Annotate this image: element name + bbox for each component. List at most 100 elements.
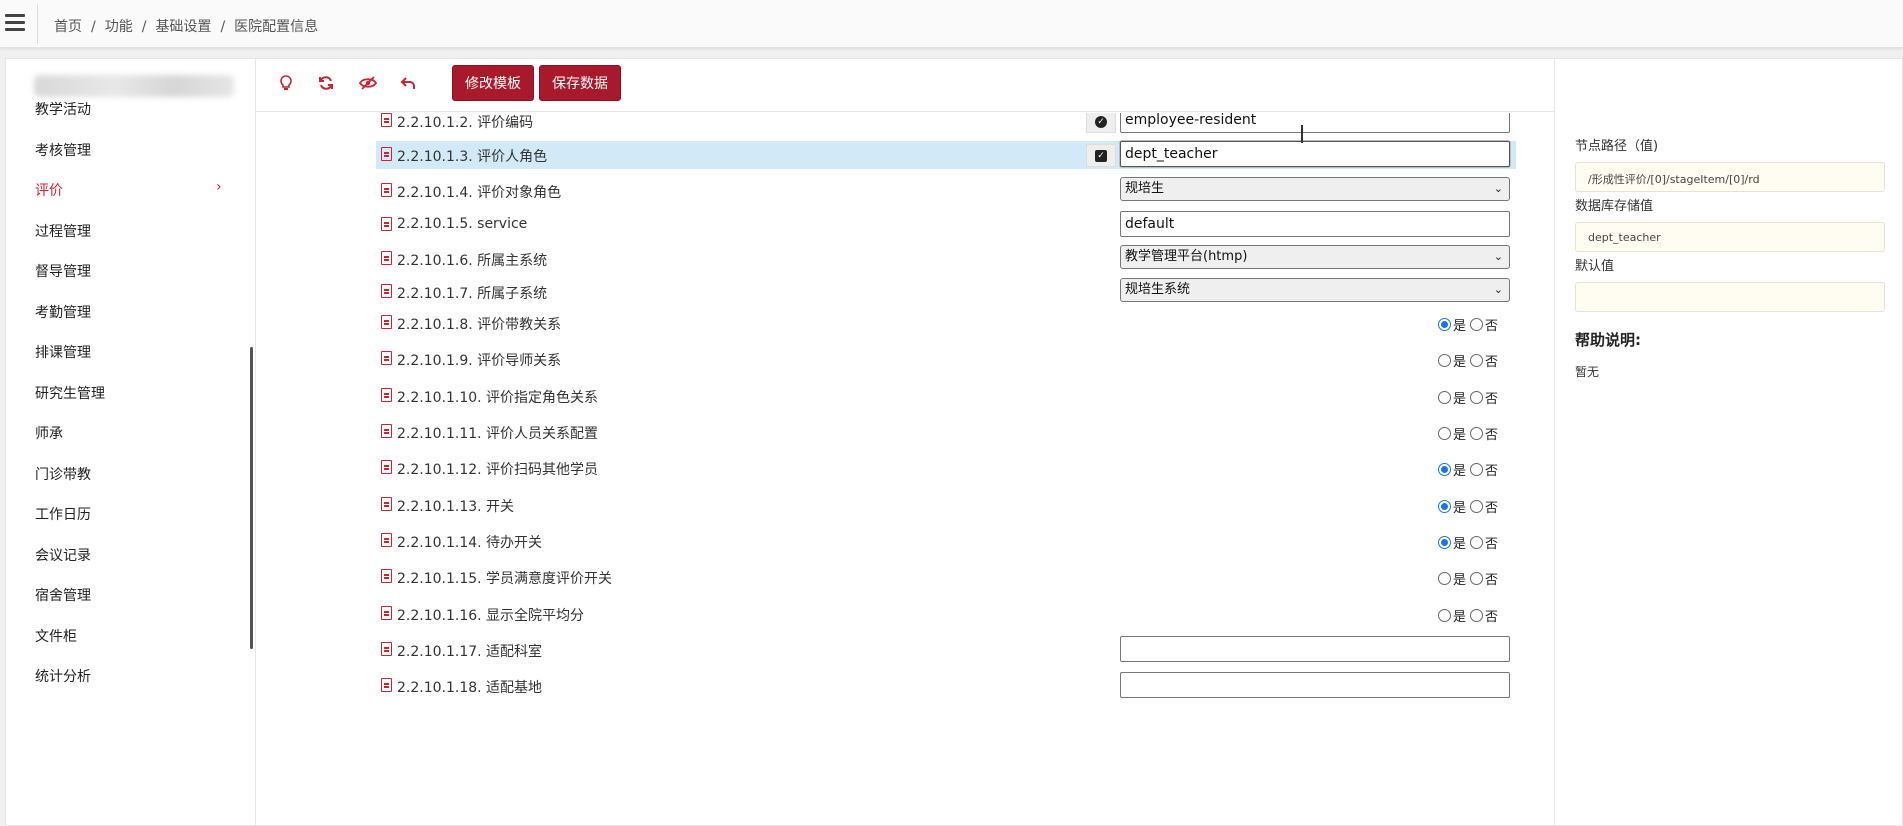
- config-row[interactable]: 2.2.10.1.18. 适配基地: [376, 672, 1516, 700]
- radio-yes[interactable]: [1438, 609, 1451, 622]
- sidebar-item[interactable]: 统计分析: [35, 666, 91, 686]
- edit-template-button[interactable]: 修改模板: [452, 65, 534, 101]
- config-text-input[interactable]: [1120, 672, 1510, 698]
- config-row-label: 2.2.10.1.13. 开关: [397, 499, 515, 515]
- config-row-label: 2.2.10.1.16. 显示全院平均分: [397, 608, 585, 624]
- sidebar-item[interactable]: 研究生管理: [35, 383, 105, 403]
- radio-yes[interactable]: [1438, 318, 1451, 331]
- config-row-label: 2.2.10.1.18. 适配基地: [397, 680, 543, 696]
- document-icon: [381, 113, 392, 127]
- undo-icon[interactable]: [398, 75, 418, 95]
- sidebar-item[interactable]: 文件柜: [35, 626, 77, 646]
- config-row[interactable]: 2.2.10.1.3. 评价人角色 ✓: [376, 141, 1516, 169]
- config-row[interactable]: 2.2.10.1.9. 评价导师关系是否: [376, 345, 1516, 373]
- default-value-field[interactable]: [1575, 282, 1885, 312]
- sidebar-item[interactable]: 督导管理: [35, 261, 91, 281]
- config-select[interactable]: 规培生 ⌄: [1120, 177, 1510, 201]
- breadcrumb-basic-settings[interactable]: 基础设置: [155, 19, 211, 35]
- radio-yes[interactable]: [1438, 391, 1451, 404]
- radio-yes-label: 是: [1453, 355, 1467, 370]
- config-text-input[interactable]: [1120, 141, 1510, 167]
- sidebar-item[interactable]: 工作日历: [35, 504, 91, 524]
- radio-no[interactable]: [1470, 463, 1484, 476]
- config-row[interactable]: 2.2.10.1.10. 评价指定角色关系是否: [376, 382, 1516, 410]
- sidebar-item[interactable]: 过程管理: [35, 221, 91, 241]
- refresh-icon[interactable]: [316, 75, 336, 95]
- config-row[interactable]: 2.2.10.1.11. 评价人员关系配置是否: [376, 418, 1516, 446]
- breadcrumb-function[interactable]: 功能: [105, 19, 133, 35]
- radio-yes-label: 是: [1453, 319, 1467, 334]
- breadcrumb-home[interactable]: 首页: [54, 19, 82, 35]
- radio-no[interactable]: [1470, 318, 1484, 331]
- yes-no-radio-group: 是否: [1438, 533, 1502, 552]
- sidebar-item[interactable]: 排课管理: [35, 342, 91, 362]
- config-select[interactable]: 教学管理平台(htmp) ⌄: [1120, 245, 1510, 269]
- radio-yes[interactable]: [1438, 536, 1451, 549]
- document-icon: [381, 147, 392, 161]
- radio-no[interactable]: [1470, 500, 1484, 513]
- config-row[interactable]: 2.2.10.1.16. 显示全院平均分是否: [376, 600, 1516, 628]
- radio-yes-label: 是: [1453, 464, 1467, 479]
- hide-icon[interactable]: [358, 75, 378, 95]
- check-icon[interactable]: ✓: [1086, 113, 1116, 133]
- document-icon: [381, 251, 392, 265]
- divider: [37, 4, 38, 44]
- config-row[interactable]: 2.2.10.1.14. 待办开关 是否: [376, 527, 1516, 555]
- sidebar-item[interactable]: 宿舍管理: [35, 585, 91, 605]
- config-text-input[interactable]: [1120, 636, 1510, 662]
- config-row[interactable]: 2.2.10.1.4. 评价对象角色 规培生 ⌄: [376, 177, 1516, 205]
- radio-no-label: 否: [1485, 464, 1499, 479]
- radio-no[interactable]: [1470, 427, 1484, 440]
- sidebar-item[interactable]: 门诊带教: [35, 464, 91, 484]
- radio-no[interactable]: [1470, 609, 1484, 622]
- sidebar-item[interactable]: 师承: [35, 423, 63, 443]
- config-text-input[interactable]: [1120, 211, 1510, 237]
- config-row[interactable]: 2.2.10.1.15. 学员满意度评价开关是否: [376, 563, 1516, 591]
- select-value: 规培生: [1125, 181, 1165, 196]
- save-data-button[interactable]: 保存数据: [539, 65, 621, 101]
- config-row-label: 2.2.10.1.14. 待办开关: [397, 535, 543, 551]
- radio-no[interactable]: [1470, 572, 1484, 585]
- config-row[interactable]: 2.2.10.1.17. 适配科室: [376, 636, 1516, 664]
- hospital-name-blurred: [34, 75, 234, 97]
- document-icon: [381, 315, 392, 329]
- config-row[interactable]: 2.2.10.1.13. 开关是否: [376, 491, 1516, 519]
- config-row[interactable]: 2.2.10.1.5. service: [376, 211, 1516, 239]
- config-row-label: 2.2.10.1.15. 学员满意度评价开关: [397, 571, 613, 587]
- sidebar-item[interactable]: 教学活动: [35, 99, 91, 119]
- sidebar-item[interactable]: 考勤管理: [35, 302, 91, 322]
- radio-yes[interactable]: [1438, 354, 1451, 367]
- sidebar-item[interactable]: 评价: [35, 180, 63, 200]
- config-row-label: 2.2.10.1.5. service: [397, 216, 528, 232]
- sidebar-item[interactable]: 会议记录: [35, 545, 91, 565]
- config-row[interactable]: 2.2.10.1.2. 评价编码 ✓: [376, 113, 1516, 135]
- document-icon: [381, 533, 392, 547]
- radio-yes[interactable]: [1438, 463, 1451, 476]
- db-value-field[interactable]: dept_teacher: [1575, 222, 1885, 252]
- config-select[interactable]: 规培生系统 ⌄: [1120, 278, 1510, 302]
- config-row-label: 2.2.10.1.4. 评价对象角色: [397, 185, 562, 201]
- document-icon: [381, 678, 392, 692]
- radio-yes[interactable]: [1438, 572, 1451, 585]
- sidebar-item[interactable]: 考核管理: [35, 140, 91, 160]
- radio-no[interactable]: [1470, 391, 1484, 404]
- hamburger-menu-icon[interactable]: [5, 14, 25, 34]
- lightbulb-icon[interactable]: [276, 75, 296, 95]
- node-path-field[interactable]: /形成性评价/[0]/stageItem/[0]/rd: [1575, 162, 1885, 192]
- config-row[interactable]: 2.2.10.1.12. 评价扫码其他学员是否: [376, 454, 1516, 482]
- config-row[interactable]: 2.2.10.1.8. 评价带教关系是否: [376, 309, 1516, 337]
- config-row[interactable]: 2.2.10.1.7. 所属子系统 规培生系统 ⌄: [376, 278, 1516, 306]
- sidebar-scrollbar[interactable]: [250, 347, 253, 649]
- radio-no[interactable]: [1470, 354, 1484, 367]
- config-row[interactable]: 2.2.10.1.6. 所属主系统 教学管理平台(htmp) ⌄: [376, 245, 1516, 273]
- radio-no[interactable]: [1470, 536, 1484, 549]
- detail-panel: 节点路径（值) /形成性评价/[0]/stageItem/[0]/rd 数据库存…: [1554, 59, 1902, 825]
- check-icon[interactable]: ✓: [1086, 144, 1116, 167]
- radio-yes[interactable]: [1438, 427, 1451, 440]
- yes-no-radio-group: 是否: [1438, 388, 1502, 407]
- breadcrumb-separator: /: [91, 19, 96, 35]
- radio-no-label: 否: [1485, 319, 1499, 334]
- radio-yes[interactable]: [1438, 500, 1451, 513]
- breadcrumb-separator: /: [141, 19, 147, 35]
- config-text-input[interactable]: [1120, 113, 1510, 133]
